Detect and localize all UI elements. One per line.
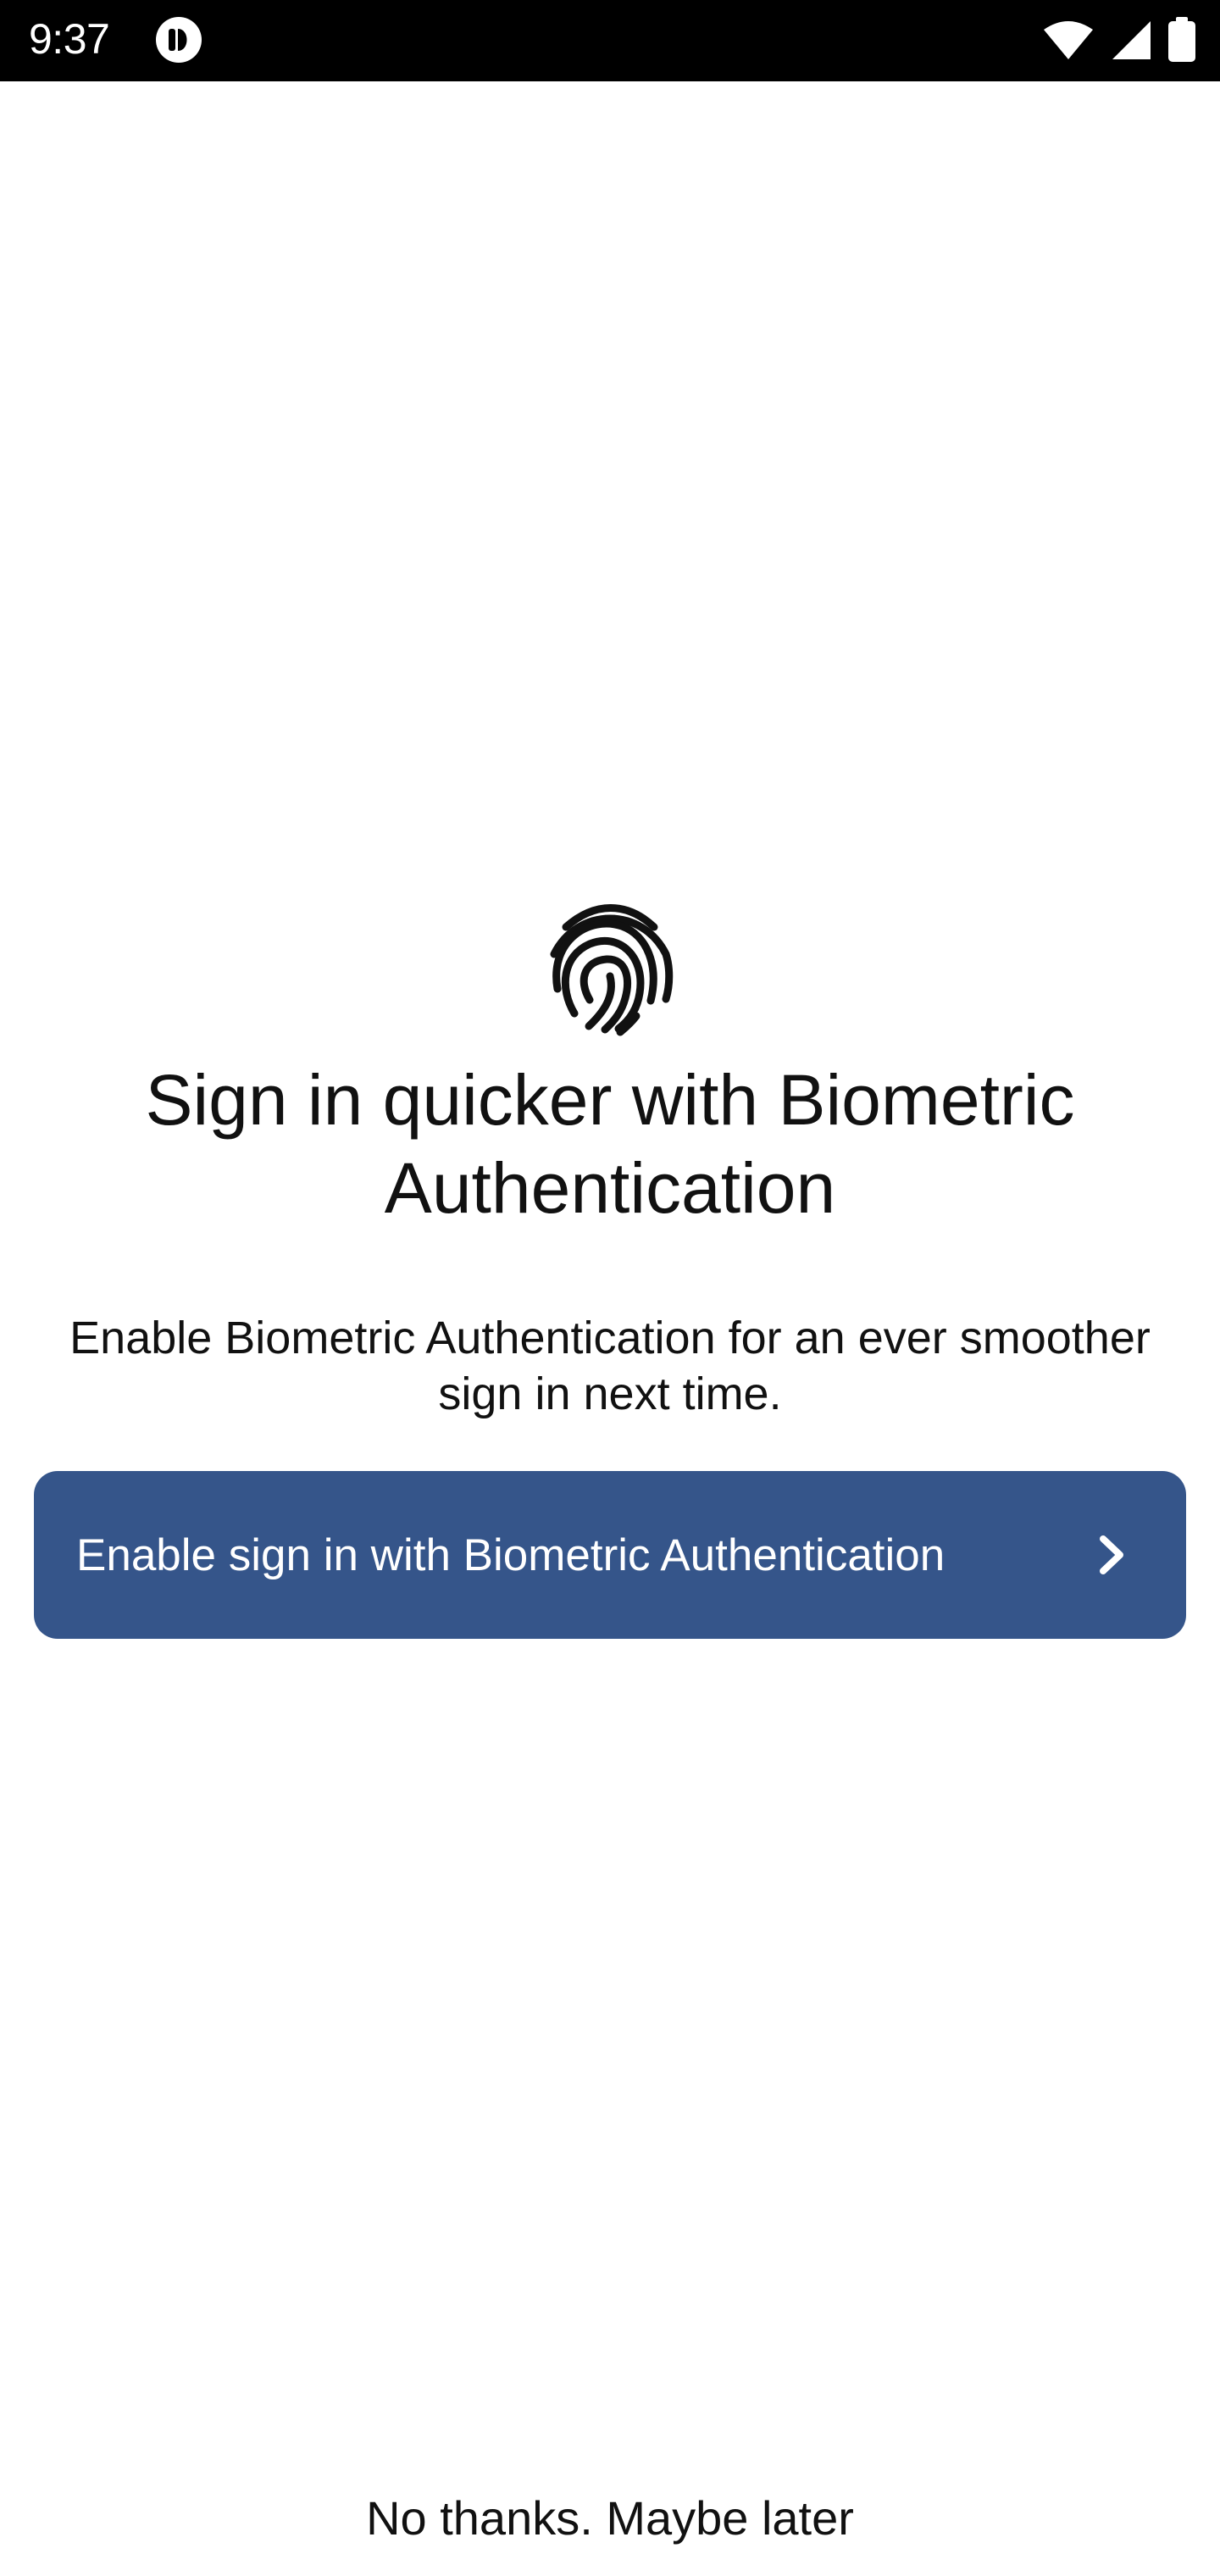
page-title: Sign in quicker with Biometric Authentic… (145, 1060, 1075, 1228)
enable-biometric-button-label: Enable sign in with Biometric Authentica… (76, 1530, 946, 1580)
fingerprint-icon (550, 904, 674, 1036)
status-time: 9:37 (29, 15, 110, 63)
cellular-signal-icon (1112, 21, 1151, 59)
app-notification-icon (156, 17, 202, 63)
status-icons (1042, 15, 1196, 64)
status-bar: 9:37 (0, 0, 1220, 81)
chevron-right-icon (1100, 1535, 1123, 1574)
maybe-later-link[interactable]: No thanks. Maybe later (0, 2488, 1220, 2549)
wifi-icon (1044, 21, 1093, 59)
page-description: Enable Biometric Authentication for an e… (69, 1313, 1151, 1419)
biometric-setup-screen: Sign in quicker with Biometric Authentic… (0, 81, 1220, 2576)
enable-biometric-button[interactable]: Enable sign in with Biometric Authentica… (34, 1471, 1186, 1639)
battery-icon (1168, 17, 1195, 62)
